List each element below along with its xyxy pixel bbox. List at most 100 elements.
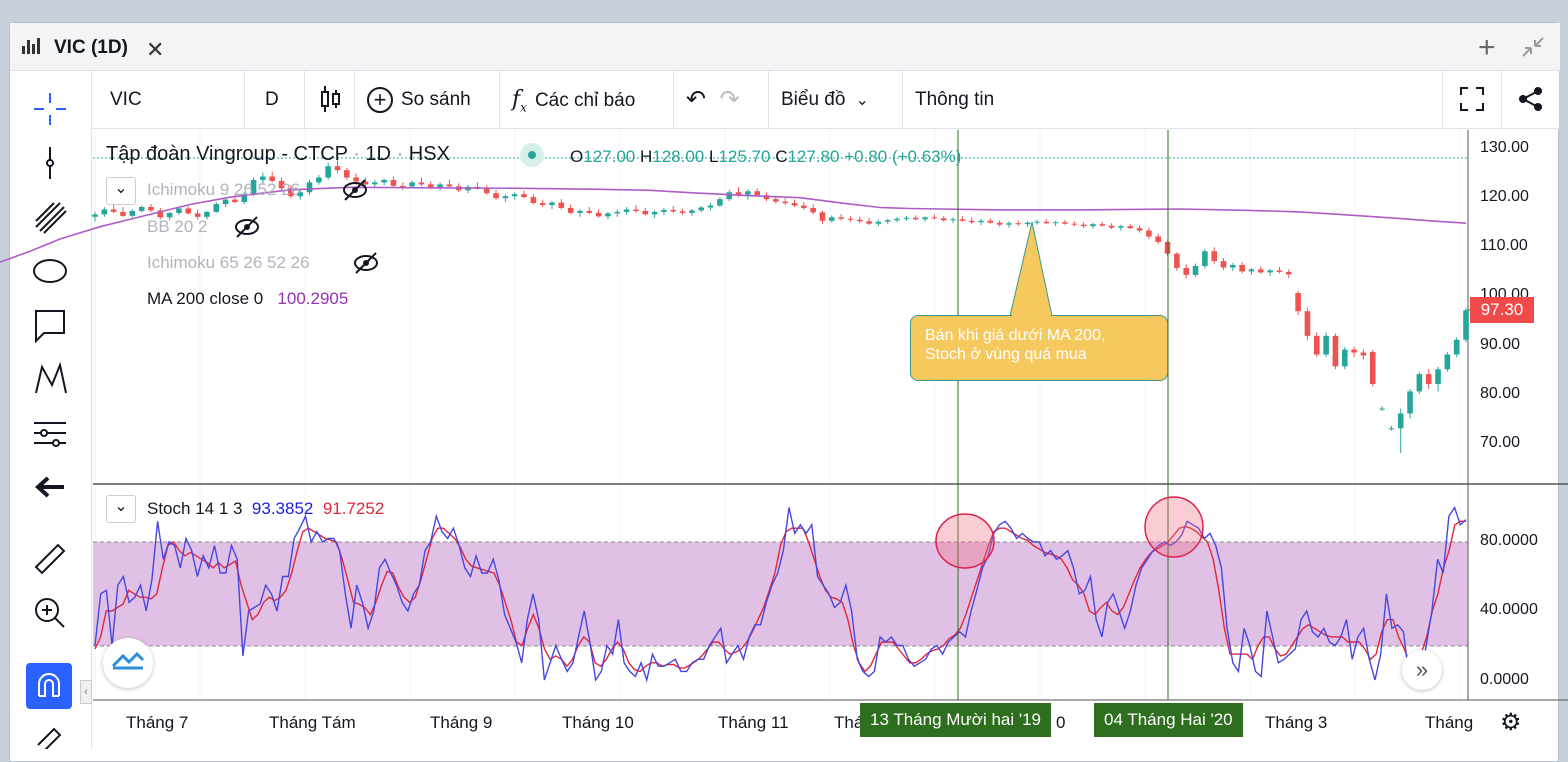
indicator-ichimoku-2[interactable]: Ichimoku 65 26 52 26 [147,253,310,273]
collapse-icon[interactable] [1520,35,1546,65]
candle-body [1285,271,1292,275]
candle-body [325,166,331,178]
crosshair-icon[interactable] [10,89,90,136]
panel-collapse-icon[interactable]: ‹ [80,680,92,704]
close-icon[interactable]: ✕ [146,37,164,63]
price-tick: 110.00 [1480,237,1528,254]
stoch-overbought-band [93,542,1468,646]
symbol-search[interactable]: VIC [92,71,245,128]
callout-icon[interactable] [10,305,90,352]
candle-body [1453,339,1460,355]
candle-body [773,199,779,202]
candle-body [446,184,453,187]
market-status-icon[interactable] [520,143,544,167]
candle-body [717,199,723,206]
compare-label: So sánh [401,89,471,110]
time-tick: Tháng 3 [1265,713,1328,732]
eye-hidden-icon[interactable] [352,251,380,280]
candle-body [661,209,667,212]
compare-button[interactable]: + So sánh [355,71,500,128]
candle-body [1313,335,1320,355]
scroll-right-icon[interactable]: » [1402,650,1442,690]
ruler-icon[interactable] [10,539,90,586]
candle-body [1192,266,1199,275]
settings-gear-icon[interactable]: ⚙ [1500,708,1522,737]
candle-body [1379,408,1385,410]
time-tick: Tháng 9 [430,713,493,732]
stoch-legend[interactable]: Stoch 14 1 3 93.3852 91.7252 [147,499,384,519]
eye-hidden-icon[interactable] [341,178,369,207]
candle-body [1202,251,1208,266]
candle-body [605,213,611,217]
annotation-line-2: Stoch ở vùng quá mua [925,346,1087,363]
candle-body [828,217,835,221]
candle-body [1174,253,1180,268]
candle-body [1388,428,1395,430]
candle-body [1090,224,1096,227]
candle-type-icon[interactable] [305,71,355,128]
candle-body [856,219,863,222]
annotation-callout[interactable]: Bán khi giá dưới MA 200, Stoch ở vùng qu… [910,315,1168,381]
candle-body [1146,230,1152,237]
ohlc-readout: O127.00 H128.00 L125.70 C127.80 +0.80 (+… [570,147,961,167]
forecast-icon[interactable] [10,413,90,460]
chart-type-dropdown[interactable]: Biểu đồ ⌄ [769,71,903,128]
candle-body [875,221,882,224]
trend-line-icon[interactable] [10,143,90,190]
candle-body [530,197,537,204]
interval-button[interactable]: D [245,71,305,128]
indicator-ma200[interactable]: MA 200 close 0 100.2905 [147,289,348,309]
candle-body [698,207,705,211]
eye-hidden-icon[interactable] [233,215,261,244]
tradingview-logo-icon[interactable] [103,638,153,688]
price-tick: 90.00 [1480,336,1521,353]
candle-body [334,166,341,171]
zoom-icon[interactable] [10,593,90,640]
candle-body [1295,293,1301,312]
candle-body [1239,265,1245,272]
info-button[interactable]: Thông tin [903,71,1033,128]
stoch-k-value: 93.3852 [251,499,314,518]
pitchfork-icon[interactable] [10,197,90,244]
pattern-icon[interactable] [10,359,90,406]
candle-body [1099,224,1106,226]
candle-body [185,208,192,214]
time-tick: Tháng 10 [562,713,634,732]
time-tick: Tháng 11 [718,713,789,732]
candle-body [344,170,350,178]
open-label: O [570,147,584,166]
candle-body [884,220,891,222]
candle-body [176,208,182,213]
candle-body [1416,374,1423,392]
candle-body [1360,352,1367,356]
candle-body [791,203,798,206]
candle-body [903,217,910,219]
ellipse-icon[interactable] [10,251,90,298]
candle-body [1463,310,1469,340]
arrow-left-icon[interactable] [10,467,90,514]
time-tick: Thá [834,713,864,732]
lock-draw-icon[interactable] [10,719,90,756]
undo-icon[interactable]: ↶ [686,86,706,113]
chart-toolbar: VIC D + So sánh fx Các chỉ báo ↶ ↷ Biểu đồ… [92,71,1559,129]
share-icon[interactable] [1502,71,1560,128]
candle-body [866,221,872,224]
candle-body [222,199,229,205]
candle-body [1435,369,1441,384]
indicators-button[interactable]: fx Các chỉ báo [500,71,674,128]
indicator-bb[interactable]: BB 20 2 [147,217,208,237]
fullscreen-icon[interactable] [1442,71,1502,128]
indicator-ichimoku-1[interactable]: Ichimoku 9 26 52 26 [147,180,300,200]
candle-body [1304,311,1311,336]
collapse-stoch-button[interactable]: ⌄ [106,495,136,523]
add-icon[interactable]: + [1478,31,1496,65]
collapse-legend-button[interactable]: ⌄ [106,177,136,205]
candle-body [129,210,136,216]
candle-body [1108,225,1115,228]
magnet-icon[interactable] [26,663,72,709]
overbought-circle-1 [935,513,995,569]
redo-icon[interactable]: ↷ [719,86,739,113]
last-price-label: 97.30 [1470,297,1534,323]
candle-body [931,217,938,219]
candle-body [1341,349,1348,367]
